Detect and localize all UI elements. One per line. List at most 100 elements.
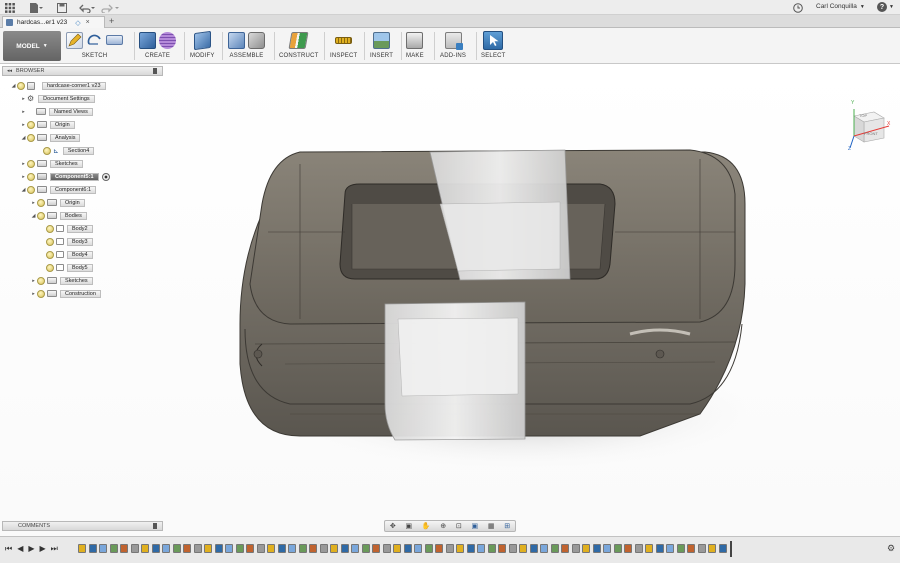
stop-sketch-icon[interactable] bbox=[106, 35, 123, 45]
joint-icon[interactable] bbox=[248, 31, 265, 49]
timeline-feature-icon[interactable] bbox=[78, 544, 86, 553]
timeline-feature-icon[interactable] bbox=[582, 544, 590, 553]
scripts-icon[interactable] bbox=[444, 31, 463, 50]
timeline-feature-icon[interactable] bbox=[624, 544, 632, 553]
tree-node-sketches[interactable]: ▸ Sketches bbox=[30, 276, 93, 285]
model-render[interactable] bbox=[0, 64, 900, 536]
collapsed-arrow-icon[interactable]: ▸ bbox=[30, 278, 37, 284]
timeline-feature-icon[interactable] bbox=[645, 544, 653, 553]
offset-plane-icon[interactable] bbox=[288, 31, 309, 49]
collapsed-arrow-icon[interactable]: ▸ bbox=[20, 161, 27, 167]
viewcube-front-face[interactable]: FRONT bbox=[864, 131, 878, 136]
redo-icon[interactable] bbox=[100, 2, 120, 13]
browser-panel-header[interactable]: ◂◂ BROWSER bbox=[2, 66, 163, 76]
timeline-feature-icon[interactable] bbox=[561, 544, 569, 553]
construct-menu[interactable]: CONSTRUCT bbox=[279, 30, 318, 62]
tree-node-construction[interactable]: ▸ Construction bbox=[30, 289, 101, 298]
visibility-bulb-icon[interactable] bbox=[27, 120, 35, 129]
timeline-feature-icon[interactable] bbox=[330, 544, 338, 553]
timeline-feature-icon[interactable] bbox=[193, 544, 202, 553]
timeline-feature-icon[interactable] bbox=[298, 544, 307, 553]
timeline-feature-icon[interactable] bbox=[540, 544, 548, 553]
timeline-feature-icon[interactable] bbox=[319, 544, 328, 553]
timeline-feature-icon[interactable] bbox=[718, 544, 727, 553]
timeline-feature-icon[interactable] bbox=[130, 544, 139, 553]
timeline-feature-icon[interactable] bbox=[99, 544, 107, 553]
tree-node-origin[interactable]: ▸ Origin bbox=[30, 198, 85, 207]
visibility-bulb-icon[interactable] bbox=[27, 185, 35, 194]
create-menu[interactable]: CREATE bbox=[139, 30, 176, 62]
collapse-icon[interactable]: ◂◂ bbox=[7, 68, 12, 74]
visibility-bulb-icon[interactable] bbox=[37, 198, 45, 207]
timeline-feature-icon[interactable] bbox=[687, 544, 695, 553]
3d-print-icon[interactable] bbox=[406, 31, 424, 49]
timeline-feature-icon[interactable] bbox=[498, 544, 506, 553]
timeline-feature-icon[interactable] bbox=[235, 544, 244, 553]
timeline-feature-icon[interactable] bbox=[372, 544, 380, 553]
help-menu[interactable]: ? ▼ bbox=[877, 2, 894, 12]
timeline-feature-icon[interactable] bbox=[162, 544, 170, 553]
job-status-clock-icon[interactable] bbox=[792, 2, 803, 13]
orbit-icon[interactable]: ✥ bbox=[390, 522, 396, 530]
tree-node-component5[interactable]: ▸ Component5:1 bbox=[20, 172, 110, 181]
visibility-bulb-icon[interactable] bbox=[17, 81, 25, 90]
timeline-feature-icon[interactable] bbox=[225, 544, 233, 553]
activate-radio-icon[interactable] bbox=[101, 172, 110, 181]
timeline-feature-icon[interactable] bbox=[592, 544, 601, 553]
timeline-feature-icon[interactable] bbox=[88, 544, 97, 553]
timeline-feature-icon[interactable] bbox=[613, 544, 622, 553]
look-at-icon[interactable]: ▣ bbox=[405, 522, 412, 530]
step-back-icon[interactable]: ◀ bbox=[17, 544, 23, 554]
tree-node-component6[interactable]: ◢ Component6:1 bbox=[20, 185, 97, 194]
tree-node-body[interactable]: Body5 bbox=[46, 263, 93, 272]
add-ins-menu[interactable]: ADD-INS bbox=[440, 30, 466, 62]
timeline-feature-icon[interactable] bbox=[477, 544, 485, 553]
timeline-feature-icon[interactable] bbox=[340, 544, 349, 553]
viewcube-top-face[interactable]: TOP bbox=[859, 113, 867, 118]
timeline-feature-icon[interactable] bbox=[309, 544, 317, 553]
visibility-bulb-icon[interactable] bbox=[46, 263, 54, 272]
viewports-icon[interactable]: ⊞ bbox=[504, 522, 510, 530]
tree-node-body[interactable]: Body3 bbox=[46, 237, 93, 246]
undo-icon[interactable] bbox=[78, 2, 96, 13]
grid-settings-icon[interactable]: ▦ bbox=[488, 522, 495, 530]
inspect-menu[interactable]: INSPECT bbox=[330, 30, 357, 62]
collapsed-arrow-icon[interactable]: ▸ bbox=[30, 291, 37, 297]
collapsed-arrow-icon[interactable]: ▸ bbox=[20, 122, 27, 128]
close-tab-icon[interactable]: × bbox=[86, 19, 90, 26]
go-to-end-icon[interactable]: ⏭ bbox=[51, 544, 58, 554]
timeline-feature-icon[interactable] bbox=[466, 544, 475, 553]
timeline-feature-icon[interactable] bbox=[151, 544, 160, 553]
timeline-feature-icon[interactable] bbox=[414, 544, 422, 553]
assemble-menu[interactable]: ASSEMBLE bbox=[228, 30, 265, 62]
measure-icon[interactable] bbox=[335, 36, 353, 44]
tree-node-sketches[interactable]: ▸ Sketches bbox=[20, 159, 83, 168]
sphere-icon[interactable] bbox=[159, 31, 176, 49]
visibility-bulb-icon[interactable] bbox=[37, 289, 45, 298]
visibility-bulb-icon[interactable] bbox=[27, 172, 35, 181]
workspace-switcher[interactable]: MODEL ▼ bbox=[3, 31, 61, 61]
expand-arrow-icon[interactable]: ◢ bbox=[20, 187, 27, 193]
timeline-feature-icon[interactable] bbox=[508, 544, 517, 553]
timeline-feature-icon[interactable] bbox=[403, 544, 412, 553]
timeline-feature-icon[interactable] bbox=[141, 544, 149, 553]
timeline-feature-icon[interactable] bbox=[277, 544, 286, 553]
collapsed-arrow-icon[interactable]: ▸ bbox=[20, 109, 27, 115]
timeline-feature-icon[interactable] bbox=[267, 544, 275, 553]
timeline-feature-strip[interactable] bbox=[78, 543, 730, 555]
timeline-feature-icon[interactable] bbox=[256, 544, 265, 553]
timeline-feature-icon[interactable] bbox=[361, 544, 370, 553]
visibility-bulb-icon[interactable] bbox=[37, 276, 45, 285]
user-account-menu[interactable]: Carl Conquilla ▼ bbox=[816, 3, 865, 10]
timeline-feature-icon[interactable] bbox=[634, 544, 643, 553]
timeline-feature-icon[interactable] bbox=[666, 544, 674, 553]
collapsed-arrow-icon[interactable]: ▸ bbox=[30, 200, 37, 206]
timeline-feature-icon[interactable] bbox=[697, 544, 706, 553]
panel-pin-icon[interactable] bbox=[153, 68, 157, 74]
display-settings-icon[interactable]: ▣ bbox=[472, 522, 479, 530]
visibility-bulb-icon[interactable] bbox=[46, 250, 54, 259]
visibility-bulb-icon[interactable] bbox=[46, 237, 54, 246]
tree-node-body[interactable]: Body4 bbox=[46, 250, 93, 259]
timeline-feature-icon[interactable] bbox=[519, 544, 527, 553]
step-forward-icon[interactable]: ▶ bbox=[40, 544, 46, 554]
